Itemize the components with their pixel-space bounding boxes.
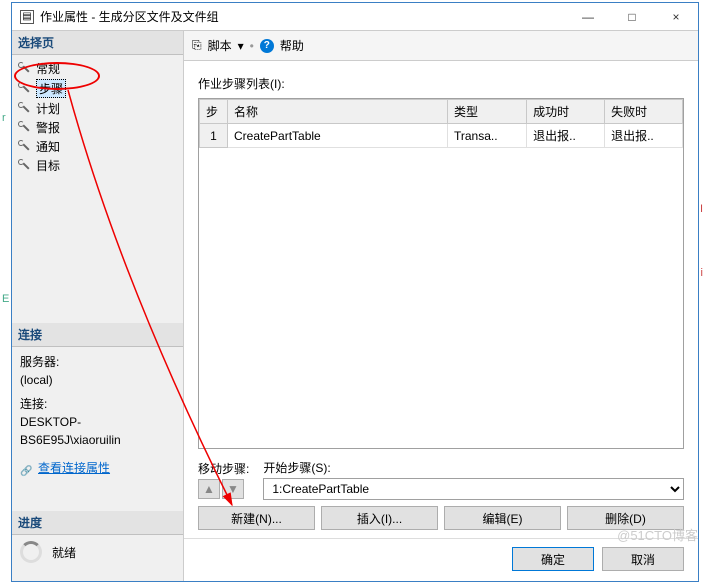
col-name[interactable]: 名称 — [228, 100, 448, 124]
col-type[interactable]: 类型 — [448, 100, 527, 124]
close-button[interactable]: × — [654, 3, 698, 31]
wrench-icon — [18, 62, 32, 76]
wrench-icon — [18, 102, 32, 116]
spinner-icon — [20, 541, 42, 563]
dialog-buttons: 确定 取消 — [184, 538, 698, 581]
cancel-button[interactable]: 取消 — [602, 547, 684, 571]
help-button[interactable]: 帮助 — [280, 37, 304, 54]
conn-value: DESKTOP-BS6E95J\xiaoruilin — [20, 413, 175, 449]
nav-item-steps[interactable]: 步骤 — [12, 78, 183, 99]
cell-step: 1 — [200, 124, 228, 148]
edge-text: i — [701, 267, 703, 279]
progress-block: 就绪 — [12, 535, 183, 569]
right-pane: ⎘ 脚本 ▾ • ? 帮助 作业步骤列表(I): 步 名称 类型 成功时 — [184, 31, 698, 581]
wrench-icon — [18, 140, 32, 154]
cell-type: Transa.. — [448, 124, 527, 148]
move-up-button[interactable]: ▲ — [198, 479, 220, 499]
start-step-label: 开始步骤(S): — [263, 459, 684, 476]
wrench-icon — [18, 82, 32, 96]
move-step-label: 移动步骤: — [198, 460, 249, 477]
content-toolbar: ⎘ 脚本 ▾ • ? 帮助 — [184, 31, 698, 61]
steps-list-label: 作业步骤列表(I): — [198, 75, 684, 92]
script-dropdown[interactable]: ▾ — [238, 39, 244, 53]
move-down-button[interactable]: ▼ — [222, 479, 244, 499]
new-button[interactable]: 新建(N)... — [198, 506, 315, 530]
nav-item-notifications[interactable]: 通知 — [12, 137, 183, 156]
edge-text: I — [700, 203, 703, 215]
help-icon: ? — [260, 39, 274, 53]
edge-text: r — [2, 112, 6, 124]
connection-header: 连接 — [12, 323, 183, 347]
cell-name: CreatePartTable — [228, 124, 448, 148]
app-icon: ▤ — [20, 10, 34, 24]
connection-info: 服务器: (local) 连接: DESKTOP-BS6E95J\xiaorui… — [12, 347, 183, 483]
steps-grid[interactable]: 步 名称 类型 成功时 失败时 1 CreatePartTable Transa… — [198, 98, 684, 449]
nav-item-schedules[interactable]: 计划 — [12, 99, 183, 118]
wrench-icon — [18, 159, 32, 173]
conn-label: 连接: — [20, 395, 175, 413]
col-fail[interactable]: 失败时 — [605, 100, 683, 124]
window-title: 作业属性 - 生成分区文件及文件组 — [40, 8, 566, 25]
edit-button[interactable]: 编辑(E) — [444, 506, 561, 530]
titlebar[interactable]: ▤ 作业属性 - 生成分区文件及文件组 — □ × — [12, 3, 698, 31]
left-pane: 选择页 常规 步骤 计划 警报 通知 目标 连接 服务器: (local) 连接… — [12, 31, 184, 581]
wrench-icon — [18, 121, 32, 135]
nav-list: 常规 步骤 计划 警报 通知 目标 — [12, 55, 183, 183]
start-step-select[interactable]: 1:CreatePartTable — [263, 478, 684, 500]
minimize-button[interactable]: — — [566, 3, 610, 31]
progress-status: 就绪 — [52, 544, 76, 561]
nav-item-alerts[interactable]: 警报 — [12, 118, 183, 137]
select-page-header: 选择页 — [12, 31, 183, 55]
script-button[interactable]: 脚本 — [208, 37, 232, 54]
script-icon: ⎘ — [192, 38, 202, 53]
cell-fail: 退出报.. — [605, 124, 683, 148]
progress-header: 进度 — [12, 511, 183, 535]
link-icon — [20, 461, 34, 475]
edge-text: E — [2, 293, 9, 305]
server-value: (local) — [20, 371, 175, 389]
separator: • — [250, 39, 254, 53]
job-properties-window: ▤ 作业属性 - 生成分区文件及文件组 — □ × 选择页 常规 步骤 计划 警… — [11, 2, 699, 582]
cell-success: 退出报.. — [527, 124, 605, 148]
insert-button[interactable]: 插入(I)... — [321, 506, 438, 530]
nav-item-general[interactable]: 常规 — [12, 59, 183, 78]
server-label: 服务器: — [20, 353, 175, 371]
col-step[interactable]: 步 — [200, 100, 228, 124]
view-connection-link[interactable]: 查看连接属性 — [38, 459, 110, 477]
ok-button[interactable]: 确定 — [512, 547, 594, 571]
grid-header-row: 步 名称 类型 成功时 失败时 — [200, 100, 683, 124]
col-success[interactable]: 成功时 — [527, 100, 605, 124]
maximize-button[interactable]: □ — [610, 3, 654, 31]
watermark: @51CTO博客 — [617, 525, 698, 544]
table-row[interactable]: 1 CreatePartTable Transa.. 退出报.. 退出报.. — [200, 124, 683, 148]
nav-item-targets[interactable]: 目标 — [12, 156, 183, 175]
